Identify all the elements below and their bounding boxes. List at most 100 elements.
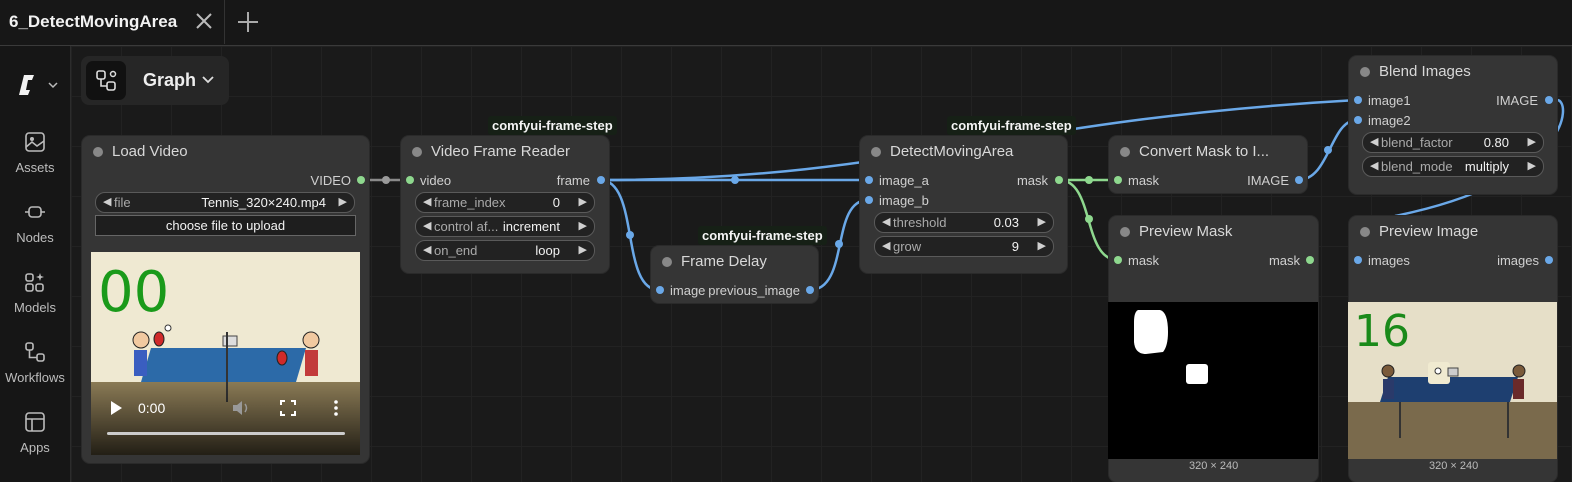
arrow-left-icon[interactable]: ◀ xyxy=(1370,135,1378,148)
widget-name: blend_factor xyxy=(1381,135,1453,150)
output-socket[interactable] xyxy=(357,176,365,184)
threshold-widget[interactable]: ◀ threshold 0.03 ▶ xyxy=(874,212,1054,233)
sidebar: Assets Nodes Models Workflows Apps xyxy=(0,46,71,482)
graph-icon-box xyxy=(86,61,126,100)
sidebar-item-assets[interactable]: Assets xyxy=(0,130,70,196)
widget-name: on_end xyxy=(434,243,478,258)
sidebar-item-apps[interactable]: Apps xyxy=(0,410,70,476)
arrow-right-icon[interactable]: ▶ xyxy=(1528,159,1536,172)
arrow-right-icon[interactable]: ▶ xyxy=(579,219,587,232)
file-combo[interactable]: ◀ file Tennis_320×240.mp4 ▶ xyxy=(95,192,355,213)
output-socket[interactable] xyxy=(1545,96,1553,104)
play-icon[interactable] xyxy=(109,400,123,416)
detect-moving-area-node[interactable]: DetectMovingArea image_a image_b mask ◀ … xyxy=(860,136,1067,273)
workflow-tab[interactable]: 6_DetectMovingArea xyxy=(0,0,225,44)
arrow-left-icon[interactable]: ◀ xyxy=(423,219,431,232)
blended-scene-illustration xyxy=(1348,362,1557,459)
arrow-left-icon[interactable]: ◀ xyxy=(882,239,890,252)
output-socket[interactable] xyxy=(806,286,814,294)
close-icon[interactable] xyxy=(193,10,215,32)
arrow-left-icon[interactable]: ◀ xyxy=(423,195,431,208)
video-preview[interactable]: 00 0:00 xyxy=(91,252,360,455)
mask-shapes xyxy=(1134,310,1208,384)
input-socket[interactable] xyxy=(865,196,873,204)
widget-name: control af... xyxy=(434,219,499,234)
node-title: Frame Delay xyxy=(681,253,767,270)
arrow-right-icon[interactable]: ▶ xyxy=(1038,239,1046,252)
tab-bar: 6_DetectMovingArea xyxy=(0,0,1572,46)
apps-icon xyxy=(25,412,45,432)
output-socket[interactable] xyxy=(1545,256,1553,264)
sidebar-item-label: Models xyxy=(14,300,56,315)
output-socket[interactable] xyxy=(1055,176,1063,184)
node-icon xyxy=(25,206,45,218)
blend-images-node[interactable]: Blend Images image1 image2 IMAGE ◀ blend… xyxy=(1349,56,1557,194)
input-label: image_b xyxy=(879,193,929,208)
sidebar-item-nodes[interactable]: Nodes xyxy=(0,200,70,266)
on-end-widget[interactable]: ◀ on_end loop ▶ xyxy=(415,240,595,261)
widget-value: 9 xyxy=(1011,239,1019,254)
output-socket[interactable] xyxy=(1295,176,1303,184)
sidebar-item-workflows[interactable]: Workflows xyxy=(0,340,70,406)
input-socket[interactable] xyxy=(656,286,664,294)
widget-name: frame_index xyxy=(434,195,506,210)
image-dimensions: 320 × 240 xyxy=(1429,460,1479,472)
arrow-right-icon[interactable]: ▶ xyxy=(339,195,347,208)
fullscreen-icon[interactable] xyxy=(280,400,296,416)
volume-icon[interactable] xyxy=(232,400,250,416)
video-controls xyxy=(91,382,360,455)
input-socket[interactable] xyxy=(406,176,414,184)
blend-mode-widget[interactable]: ◀ blend_mode multiply ▶ xyxy=(1362,156,1544,177)
node-status-dot xyxy=(1120,227,1130,237)
input-socket[interactable] xyxy=(1114,256,1122,264)
control-after-generate-widget[interactable]: ◀ control af... increment ▶ xyxy=(415,216,595,237)
logo-icon[interactable] xyxy=(16,72,62,98)
widget-name: grow xyxy=(893,239,922,254)
convert-mask-to-image-node[interactable]: Convert Mask to I... mask IMAGE xyxy=(1109,136,1307,193)
input-label: image_a xyxy=(879,173,929,188)
output-label: IMAGE xyxy=(1496,93,1538,108)
blend-factor-widget[interactable]: ◀ blend_factor 0.80 ▶ xyxy=(1362,132,1544,153)
output-label: mask xyxy=(1268,253,1300,268)
node-status-dot xyxy=(1120,147,1130,157)
input-socket[interactable] xyxy=(1354,256,1362,264)
arrow-left-icon[interactable]: ◀ xyxy=(103,195,111,208)
input-socket[interactable] xyxy=(865,176,873,184)
node-status-dot xyxy=(93,147,103,157)
arrow-right-icon[interactable]: ▶ xyxy=(579,243,587,256)
arrow-left-icon[interactable]: ◀ xyxy=(882,215,890,228)
widget-value: Tennis_320×240.mp4 xyxy=(201,195,326,210)
node-status-dot xyxy=(871,147,881,157)
sidebar-item-label: Workflows xyxy=(5,370,65,385)
output-label: images xyxy=(1497,253,1539,268)
video-time: 0:00 xyxy=(138,400,166,416)
graph-label: Graph xyxy=(143,70,197,90)
input-socket[interactable] xyxy=(1354,96,1362,104)
video-frame-reader-node[interactable]: Video Frame Reader video frame ◀ frame_i… xyxy=(401,136,609,273)
input-socket[interactable] xyxy=(1354,116,1362,124)
sidebar-item-models[interactable]: Models xyxy=(0,270,70,336)
more-options-icon[interactable] xyxy=(331,400,341,416)
output-label: IMAGE xyxy=(1247,173,1289,188)
input-label: image1 xyxy=(1368,93,1411,108)
output-socket[interactable] xyxy=(597,176,605,184)
sidebar-item-label: Nodes xyxy=(16,230,54,245)
grow-widget[interactable]: ◀ grow 9 ▶ xyxy=(874,236,1054,257)
video-progress-bar[interactable] xyxy=(107,432,345,435)
input-socket[interactable] xyxy=(1114,176,1122,184)
plus-icon[interactable] xyxy=(235,9,261,35)
arrow-right-icon[interactable]: ▶ xyxy=(1038,215,1046,228)
frame-index-widget[interactable]: ◀ frame_index 0 ▶ xyxy=(415,192,595,213)
input-label: image2 xyxy=(1368,113,1411,128)
arrow-left-icon[interactable]: ◀ xyxy=(1370,159,1378,172)
arrow-left-icon[interactable]: ◀ xyxy=(423,243,431,256)
upload-button[interactable]: choose file to upload xyxy=(95,215,356,236)
widget-value: 0.03 xyxy=(993,215,1019,230)
arrow-right-icon[interactable]: ▶ xyxy=(579,195,587,208)
graph-menu-button[interactable]: Graph xyxy=(81,56,229,105)
output-socket[interactable] xyxy=(1306,256,1314,264)
frame-delay-node[interactable]: Frame Delay image previous_image xyxy=(651,246,818,303)
group-label: comfyui-frame-step xyxy=(698,226,827,245)
chevron-down-icon xyxy=(202,76,214,84)
arrow-right-icon[interactable]: ▶ xyxy=(1528,135,1536,148)
